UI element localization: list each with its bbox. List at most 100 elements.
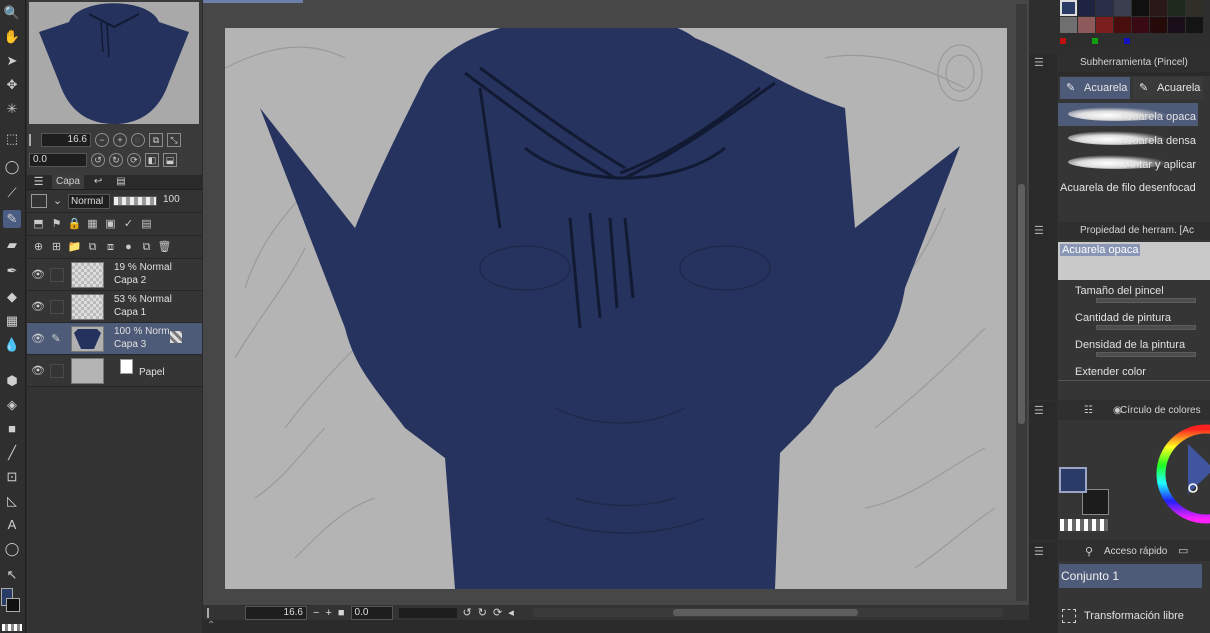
merge-icon[interactable]: ⧈ (103, 240, 118, 255)
panel-menu-icon[interactable]: ☰ (1034, 226, 1046, 237)
apply-mask-icon[interactable]: ⧉ (139, 240, 154, 255)
expand-icon[interactable]: ⌃ (207, 620, 215, 631)
flip-icon[interactable]: ◂ (508, 606, 514, 619)
transfer-icon[interactable]: ⧉ (85, 240, 100, 255)
sliders-icon[interactable]: ☷ (1084, 405, 1093, 416)
navigator-preview[interactable] (29, 2, 199, 124)
eye-icon[interactable]: 👁 (31, 268, 45, 282)
pen-icon[interactable]: ✒ (3, 262, 21, 280)
draft-icon[interactable]: ✓ (121, 217, 136, 232)
brush-item[interactable]: Pintar y aplicar (1058, 151, 1198, 174)
fit-square-icon[interactable]: ■ (338, 607, 345, 619)
rotation-slider[interactable] (398, 607, 457, 618)
opacity-value[interactable]: 100 (160, 194, 182, 208)
lock-transparent-icon[interactable]: ▦ (85, 217, 100, 232)
flip-vertical-icon[interactable]: ⬓ (163, 153, 177, 167)
panel-menu-icon[interactable]: ☰ (1034, 547, 1046, 558)
balloon-icon[interactable]: ◯ (3, 540, 21, 558)
actual-size-icon[interactable]: ⧉ (149, 133, 163, 147)
vertical-scrollbar[interactable] (1016, 4, 1027, 601)
reset-rotation-icon[interactable]: ⟳ (493, 606, 502, 619)
zoom-out-icon[interactable]: − (95, 133, 109, 147)
layer-name[interactable]: Capa 1 (114, 307, 146, 318)
tab-acuarela[interactable]: ✎ Acuarela (1133, 77, 1203, 99)
layer-name[interactable]: Capa 3 (114, 339, 146, 350)
erase-icon[interactable]: ◆ (3, 288, 21, 306)
color-swatch[interactable] (1132, 17, 1149, 33)
paint-density-slider[interactable] (1096, 352, 1196, 357)
layer-name[interactable]: Capa 2 (114, 275, 146, 286)
edit-slot[interactable] (50, 300, 64, 314)
color-swatch[interactable] (1168, 0, 1185, 16)
mask-icon[interactable]: ▣ (103, 217, 118, 232)
stamp-icon[interactable]: ⬢ (3, 372, 21, 390)
color-swatch[interactable] (1186, 0, 1203, 16)
brush-item[interactable]: Acuarela de filo desenfocad (1058, 175, 1198, 198)
horizontal-scroll-thumb[interactable] (673, 609, 858, 616)
move-icon[interactable]: ✥ (3, 76, 21, 94)
layer-name[interactable]: Papel (139, 367, 165, 378)
fit-window-icon[interactable]: ⤡ (167, 133, 181, 147)
canvas-zoom-field[interactable]: 16.6 (245, 605, 307, 620)
new-vector-layer-icon[interactable]: ⊞ (49, 240, 64, 255)
layer-mask-icon[interactable]: ● (121, 240, 136, 255)
color-swatch-selected[interactable] (1060, 0, 1077, 16)
color-swatch[interactable] (1078, 17, 1095, 33)
layer-row[interactable]: 👁 53 % Normal Capa 1 (27, 291, 202, 323)
color-swatch[interactable] (1150, 0, 1167, 16)
main-color-box[interactable] (1059, 467, 1087, 493)
zoom-in-icon[interactable]: + (113, 133, 127, 147)
rotate-right-icon[interactable]: ↻ (478, 606, 487, 619)
rotate-left-icon[interactable]: ↺ (91, 153, 105, 167)
navigator-zoom-field[interactable]: 16.6 (41, 133, 91, 147)
quick-access-set[interactable]: Conjunto 1 (1059, 564, 1202, 588)
trash-icon[interactable]: 🗑 (157, 240, 172, 255)
zoom-icon[interactable]: 🔍 (3, 4, 21, 22)
brush-item-selected[interactable]: Acuarela opaca (1058, 103, 1198, 126)
new-raster-layer-icon[interactable]: ⊕ (31, 240, 46, 255)
edit-slot[interactable] (50, 364, 64, 378)
color-swatch[interactable] (1186, 17, 1203, 33)
sub-color-swatch[interactable] (6, 598, 20, 612)
eye-icon[interactable]: 👁 (31, 332, 45, 346)
layer-color-icon[interactable] (31, 194, 47, 208)
chevron-down-icon[interactable]: ⌄ (50, 194, 65, 209)
color-swatch[interactable] (1096, 0, 1113, 16)
operation-icon[interactable]: ↖ (3, 566, 21, 584)
panel-menu-icon[interactable]: ☰ (31, 175, 46, 190)
tab-layer[interactable]: Capa (52, 175, 84, 189)
rotate-left-icon[interactable]: ↺ (463, 606, 472, 619)
select-arrow-icon[interactable]: ➤ (3, 52, 21, 70)
color-swatch[interactable] (1096, 17, 1113, 33)
vertical-scroll-thumb[interactable] (1018, 184, 1025, 424)
color-swatch[interactable] (1150, 17, 1167, 33)
layer-row-selected[interactable]: 👁 ✎ 100 % Norm Capa 3 (27, 323, 202, 355)
transparent-color-swatch[interactable] (2, 624, 22, 631)
blend-mode-select[interactable]: Normal (68, 193, 110, 209)
color-swatch[interactable] (1078, 0, 1095, 16)
lasso-icon[interactable]: ◯ (3, 158, 21, 176)
color-swatch[interactable] (1168, 17, 1185, 33)
reset-rotation-icon[interactable]: ⟳ (127, 153, 141, 167)
sparkle-icon[interactable]: ✳ (3, 100, 21, 118)
pattern-icon[interactable]: ▦ (3, 312, 21, 330)
eyedropper-icon[interactable]: ⟋ (3, 184, 21, 202)
eye-icon[interactable]: 👁 (31, 300, 45, 314)
panel-menu-icon[interactable]: ☰ (1034, 406, 1046, 417)
eraser-icon[interactable]: ▰ (3, 236, 21, 254)
rotate-right-icon[interactable]: ↻ (109, 153, 123, 167)
tab-other-icon[interactable]: ▤ (112, 175, 129, 189)
rect-select-icon[interactable]: ⬚ (3, 130, 21, 148)
clip-icon[interactable]: ⬒ (31, 217, 46, 232)
gradient-icon[interactable]: ■ (3, 420, 21, 438)
blend-icon[interactable]: 💧 (3, 336, 21, 354)
brush-size-slider[interactable] (1096, 298, 1196, 303)
tab-history-icon[interactable]: ↩ (90, 175, 106, 189)
eye-icon[interactable]: 👁 (31, 364, 45, 378)
brush-icon[interactable]: ✎ (3, 210, 21, 228)
panel-menu-icon[interactable]: ☰ (1034, 58, 1046, 69)
horizontal-scrollbar[interactable] (533, 608, 1003, 617)
new-folder-icon[interactable]: 📁 (67, 240, 82, 255)
navigator-rotation-field[interactable]: 0.0 (29, 153, 87, 167)
drawing-canvas[interactable] (225, 28, 1007, 589)
